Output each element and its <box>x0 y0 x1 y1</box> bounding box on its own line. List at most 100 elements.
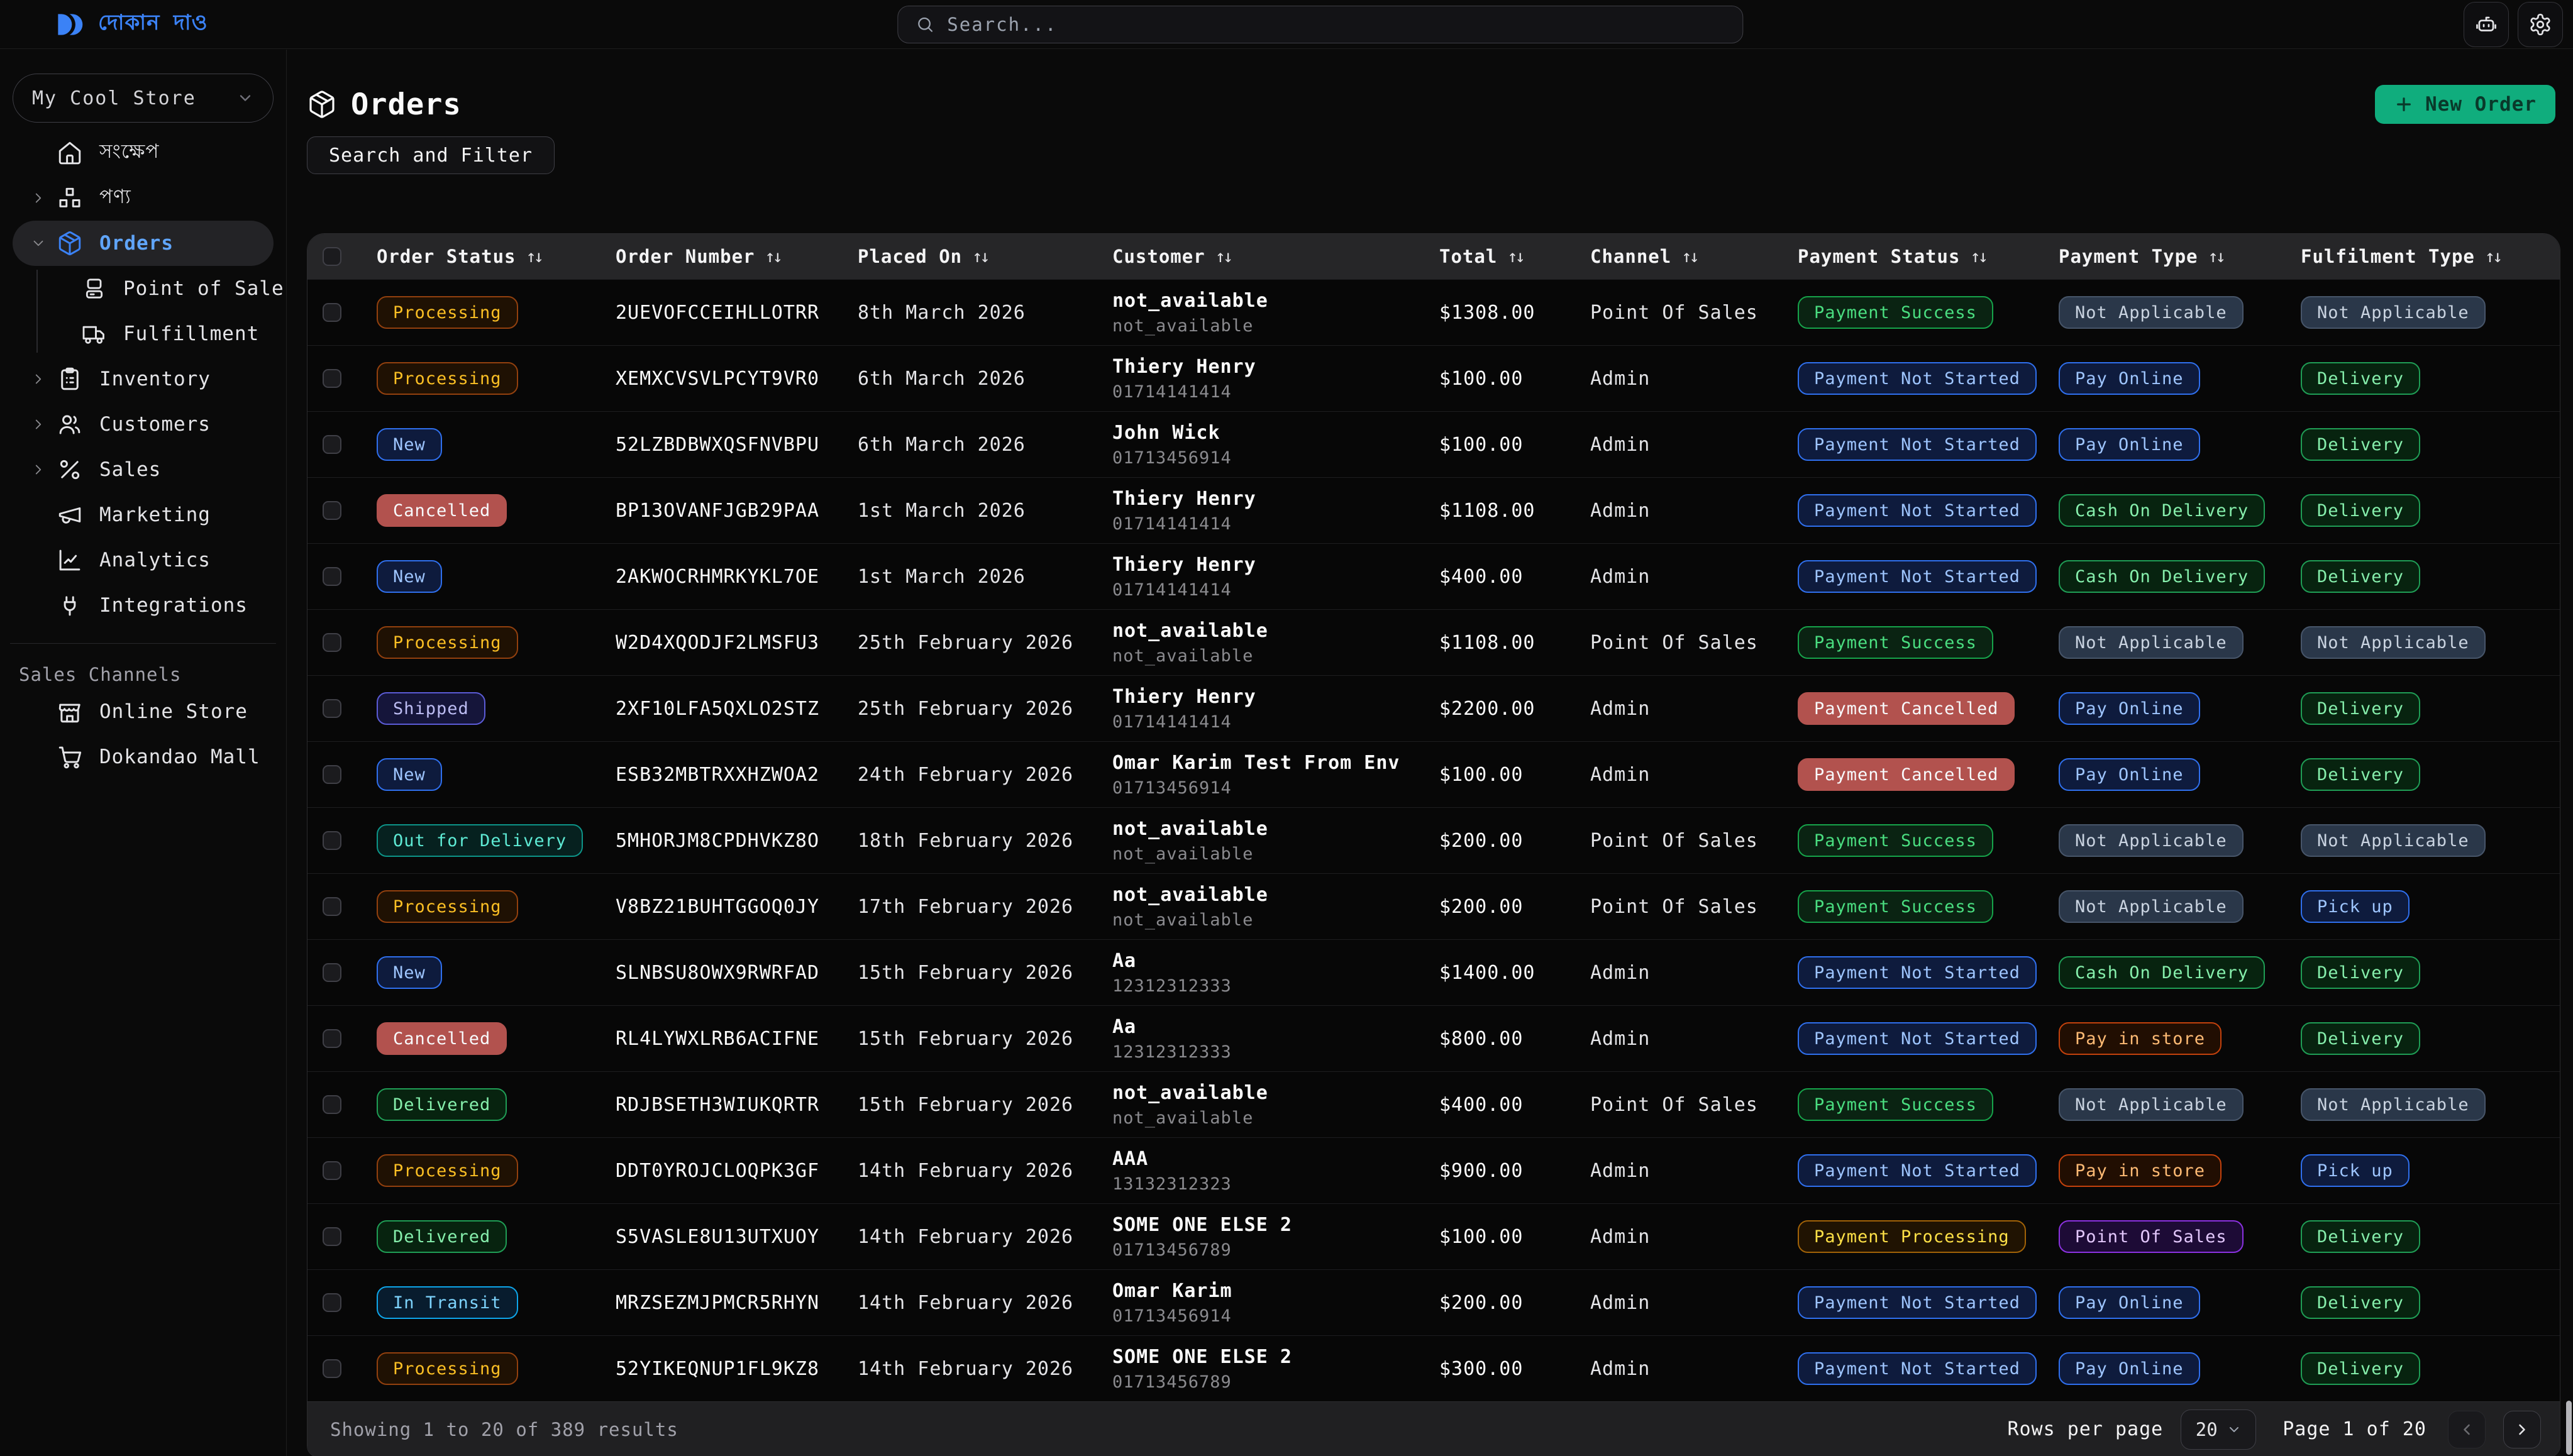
column-header-order-status[interactable]: Order Status↑↓ <box>364 246 603 267</box>
order-number: V8BZ21BUHTGGOQ0JY <box>616 896 819 918</box>
column-header-customer[interactable]: Customer↑↓ <box>1100 246 1427 267</box>
table-row[interactable]: NewSLNBSU8OWX9RWRFAD15th February 2026Aa… <box>307 939 2560 1005</box>
sidebar-item-integrations[interactable]: Integrations <box>13 583 274 628</box>
results-summary: Showing 1 to 20 of 389 results <box>330 1419 678 1440</box>
row-checkbox[interactable] <box>323 1359 341 1378</box>
topbar-actions <box>2464 2 2563 47</box>
table-row[interactable]: In TransitMRZSEZMJPMCR5RHYN14th February… <box>307 1269 2560 1335</box>
sort-icon[interactable]: ↑↓ <box>1507 247 1523 267</box>
sales-channels-list: Online StoreDokandao Mall <box>13 689 274 780</box>
row-checkbox[interactable] <box>323 435 341 454</box>
row-checkbox[interactable] <box>323 1161 341 1180</box>
sort-icon[interactable]: ↑↓ <box>1970 247 1986 267</box>
customer-name: not_available <box>1112 620 1268 642</box>
placed-on-date: 18th February 2026 <box>858 830 1073 852</box>
table-row[interactable]: New2AKWOCRHMRKYKL7OE1st March 2026Thiery… <box>307 543 2560 609</box>
column-header-payment-type[interactable]: Payment Type↑↓ <box>2046 246 2288 267</box>
row-checkbox[interactable] <box>323 963 341 982</box>
prev-page-button[interactable] <box>2448 1411 2486 1448</box>
row-checkbox[interactable] <box>323 699 341 718</box>
sidebar-item-orders[interactable]: Orders <box>13 221 274 266</box>
app-logo[interactable]: দোকান দাও <box>55 6 208 42</box>
sidebar-item-marketing[interactable]: Marketing <box>13 492 274 538</box>
row-checkbox[interactable] <box>323 501 341 520</box>
table-row[interactable]: ProcessingDDT0YROJCLOQPK3GF14th February… <box>307 1137 2560 1203</box>
sidebar-item-label: Fulfillment <box>123 323 259 345</box>
sidebar-item-label: Analytics <box>99 549 211 571</box>
row-checkbox[interactable] <box>323 1095 341 1114</box>
sort-icon[interactable]: ↑↓ <box>1215 247 1231 267</box>
table-row[interactable]: ProcessingXEMXCVSVLPCYT9VR06th March 202… <box>307 345 2560 411</box>
select-all-checkbox[interactable] <box>323 247 341 266</box>
sidebar-item-online-store[interactable]: Online Store <box>13 689 274 734</box>
customer-name: Thiery Henry <box>1112 554 1256 576</box>
column-header-channel[interactable]: Channel↑↓ <box>1578 246 1785 267</box>
row-checkbox[interactable] <box>323 765 341 784</box>
row-checkbox[interactable] <box>323 1029 341 1048</box>
table-row[interactable]: Out for Delivery5MHORJM8CPDHVKZ8O18th Fe… <box>307 807 2560 873</box>
search-and-filter-button[interactable]: Search and Filter <box>307 136 555 174</box>
sidebar-item-fulfillment[interactable]: Fulfillment <box>13 311 274 356</box>
new-order-label: New Order <box>2425 93 2537 116</box>
sort-icon[interactable]: ↑↓ <box>526 247 542 267</box>
payment-type-badge: Cash On Delivery <box>2059 560 2265 593</box>
table-row[interactable]: CancelledRL4LYWXLRB6ACIFNE15th February … <box>307 1005 2560 1071</box>
row-checkbox[interactable] <box>323 1227 341 1246</box>
sidebar-item-point-of-sale[interactable]: Point of Sale <box>13 266 274 311</box>
table-row[interactable]: Processing52YIKEQNUP1FL9KZ814th February… <box>307 1335 2560 1401</box>
table-row[interactable]: Processing2UEVOFCCEIHLLOTRR8th March 202… <box>307 279 2560 345</box>
row-checkbox[interactable] <box>323 831 341 850</box>
table-row[interactable]: DeliveredS5VASLE8U13UTXUOY14th February … <box>307 1203 2560 1269</box>
table-row[interactable]: NewESB32MBTRXXHZWOA224th February 2026Om… <box>307 741 2560 807</box>
column-header-total[interactable]: Total↑↓ <box>1427 246 1578 267</box>
table-row[interactable]: CancelledBP13OVANFJGB29PAA1st March 2026… <box>307 477 2560 543</box>
table-row[interactable]: DeliveredRDJBSETH3WIUKQRTR15th February … <box>307 1071 2560 1137</box>
row-checkbox[interactable] <box>323 303 341 322</box>
table-row[interactable]: New52LZBDBWXQSFNVBPU6th March 2026John W… <box>307 411 2560 477</box>
order-status-badge: Processing <box>377 296 518 329</box>
sidebar-item-পণ্য[interactable]: পণ্য <box>13 175 274 221</box>
chevron-left-icon <box>2458 1421 2476 1438</box>
row-checkbox[interactable] <box>323 567 341 586</box>
sort-icon[interactable]: ↑↓ <box>1681 247 1697 267</box>
sidebar-item-customers[interactable]: Customers <box>13 402 274 447</box>
sidebar-item-sales[interactable]: Sales <box>13 447 274 492</box>
vertical-scrollbar[interactable] <box>2566 1401 2572 1455</box>
sort-icon[interactable]: ↑↓ <box>765 247 781 267</box>
store-selector[interactable]: My Cool Store <box>13 74 274 123</box>
payment-status-badge: Payment Not Started <box>1798 560 2037 593</box>
row-checkbox[interactable] <box>323 1293 341 1312</box>
sort-icon[interactable]: ↑↓ <box>2485 247 2501 267</box>
order-total: $1308.00 <box>1439 302 1536 324</box>
row-checkbox[interactable] <box>323 633 341 652</box>
column-header-payment-status[interactable]: Payment Status↑↓ <box>1785 246 2046 267</box>
order-number: BP13OVANFJGB29PAA <box>616 500 819 522</box>
sidebar-item-analytics[interactable]: Analytics <box>13 538 274 583</box>
customer-phone: 01714141414 <box>1112 580 1256 600</box>
new-order-button[interactable]: New Order <box>2375 85 2555 124</box>
customer-phone: not_available <box>1112 646 1268 666</box>
sort-icon[interactable]: ↑↓ <box>2208 247 2224 267</box>
column-header-order-number[interactable]: Order Number↑↓ <box>603 246 845 267</box>
fulfilment-type-badge: Pick up <box>2301 1154 2410 1187</box>
row-checkbox[interactable] <box>323 369 341 388</box>
table-row[interactable]: ProcessingV8BZ21BUHTGGOQ0JY17th February… <box>307 873 2560 939</box>
table-row[interactable]: Shipped2XF10LFA5QXLO2STZ25th February 20… <box>307 675 2560 741</box>
sidebar-item-inventory[interactable]: Inventory <box>13 356 274 402</box>
fulfilment-type-badge: Delivery <box>2301 758 2420 791</box>
column-header-fulfilment-type[interactable]: Fulfilment Type↑↓ <box>2288 246 2560 267</box>
rows-per-page-select[interactable]: 20 <box>2181 1409 2256 1450</box>
sort-icon[interactable]: ↑↓ <box>972 247 988 267</box>
sidebar-item-dokandao-mall[interactable]: Dokandao Mall <box>13 734 274 780</box>
row-checkbox[interactable] <box>323 897 341 916</box>
settings-button[interactable] <box>2518 2 2563 47</box>
plus-icon <box>2394 94 2414 114</box>
search-input[interactable]: Search... <box>897 6 1743 43</box>
customer-cell: Aa12312312333 <box>1112 950 1232 996</box>
column-header-placed-on[interactable]: Placed On↑↓ <box>845 246 1100 267</box>
assistant-button[interactable] <box>2464 2 2509 47</box>
next-page-button[interactable] <box>2503 1411 2541 1448</box>
sidebar-item-label: Orders <box>99 232 174 255</box>
sidebar-item-সংক্ষেপ[interactable]: সংক্ষেপ <box>13 130 274 175</box>
table-row[interactable]: ProcessingW2D4XQODJF2LMSFU325th February… <box>307 609 2560 675</box>
